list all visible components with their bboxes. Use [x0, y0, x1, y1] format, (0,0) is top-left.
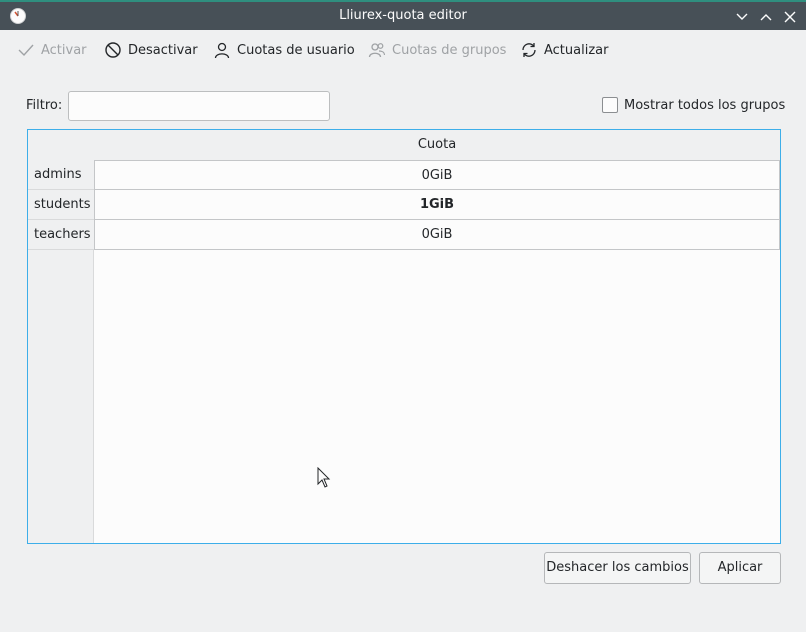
activate-label: Activar [41, 42, 87, 58]
group-quotas-label: Cuotas de grupos [392, 42, 507, 58]
table-corner [28, 130, 94, 160]
quota-cell-teachers[interactable]: 0GiB [94, 220, 780, 250]
refresh-icon [522, 43, 536, 57]
maximize-icon[interactable] [758, 9, 774, 25]
group-quotas-button[interactable]: Cuotas de grupos [368, 40, 506, 60]
filter-input[interactable] [68, 91, 330, 121]
row-header-teachers[interactable]: teachers [28, 220, 94, 250]
group-icon [368, 43, 386, 58]
forbidden-icon [105, 42, 121, 58]
quota-cell-students[interactable]: 1GiB [94, 190, 780, 220]
quota-cell-admins[interactable]: 0GiB [94, 160, 780, 190]
apply-button[interactable]: Aplicar [699, 552, 781, 584]
column-header-quota[interactable]: Cuota [94, 130, 780, 160]
undo-changes-button[interactable]: Deshacer los cambios [544, 552, 691, 584]
deactivate-button[interactable]: Desactivar [104, 40, 198, 60]
filter-label: Filtro: [26, 98, 63, 113]
row-header-admins[interactable]: admins [28, 160, 94, 190]
user-quotas-label: Cuotas de usuario [237, 42, 355, 58]
toolbar: Activar Desactivar Cuotas de usuario Cuo… [0, 30, 806, 68]
refresh-button[interactable]: Actualizar [520, 40, 608, 60]
close-icon[interactable] [782, 9, 798, 25]
title-bar: Lliurex-quota editor [0, 0, 806, 30]
minimize-icon[interactable] [734, 9, 750, 25]
row-header-students[interactable]: students [28, 190, 94, 220]
checkmark-icon [18, 44, 34, 57]
refresh-label: Actualizar [544, 42, 609, 58]
checkbox-box[interactable] [602, 97, 618, 113]
activate-button[interactable]: Activar [17, 40, 87, 60]
mouse-cursor-icon [317, 467, 331, 488]
user-quotas-button[interactable]: Cuotas de usuario [213, 40, 355, 60]
main-window: Lliurex-quota editor Activar Desactivar [0, 0, 806, 632]
deactivate-label: Desactivar [128, 42, 198, 58]
window-title: Lliurex-quota editor [339, 8, 467, 23]
show-all-groups-label: Mostrar todos los grupos [624, 97, 786, 113]
user-icon [214, 42, 230, 59]
show-all-groups-checkbox[interactable]: Mostrar todos los grupos [602, 97, 785, 113]
quota-table: Cuota admins 0GiB students 1GiB teachers… [27, 129, 781, 544]
